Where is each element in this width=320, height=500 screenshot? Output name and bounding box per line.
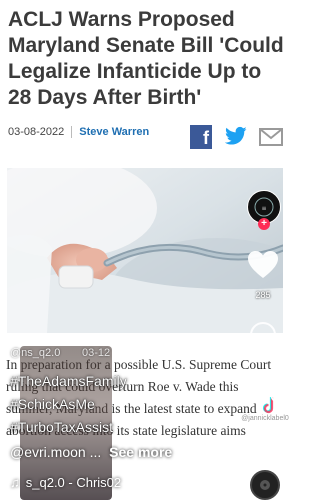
- follow-plus-icon[interactable]: +: [258, 218, 270, 230]
- article-meta: 03-08-2022 Steve Warren: [8, 126, 149, 138]
- music-title: s_q2.0 - Chris02: [25, 475, 122, 490]
- heart-icon: [248, 251, 278, 278]
- mention-link[interactable]: @evri.moon ...: [10, 444, 101, 460]
- creator-avatar[interactable]: ≡ +: [247, 190, 281, 230]
- svg-text:≡: ≡: [261, 205, 266, 212]
- hashtag-list: #TheAdamsFamily #SchickAsMe #TurboTaxAss…: [10, 370, 250, 439]
- hashtag[interactable]: #TheAdamsFamily: [10, 370, 250, 393]
- article-headline: ACLJ Warns Proposed Maryland Senate Bill…: [8, 8, 284, 109]
- facebook-share-button[interactable]: f: [190, 125, 212, 149]
- hashtag[interactable]: #SchickAsMe: [10, 393, 250, 416]
- comment-dot-icon: [261, 333, 265, 337]
- like-count: 285: [255, 290, 271, 300]
- music-disc-icon[interactable]: [250, 470, 280, 500]
- avatar-graphic-icon: ≡: [254, 197, 274, 217]
- caption-mention-row: @evri.moon ... See more: [10, 444, 172, 460]
- article-author[interactable]: Steve Warren: [79, 126, 149, 138]
- comment-button[interactable]: [250, 322, 276, 348]
- hashtag[interactable]: #TurboTaxAssist: [10, 416, 250, 439]
- see-more-link[interactable]: See more: [109, 444, 172, 460]
- twitter-share-button[interactable]: [225, 125, 247, 147]
- like-button[interactable]: [247, 250, 279, 280]
- facebook-icon: f: [203, 128, 209, 148]
- twitter-icon: [225, 126, 247, 145]
- music-row[interactable]: ♫ s_q2.0 - Chris02: [10, 475, 121, 490]
- disc-center-icon: [260, 480, 270, 490]
- article-photo: [7, 168, 283, 333]
- tiktok-logo-icon: [262, 396, 278, 414]
- comment-dot-icon: [266, 333, 270, 337]
- email-share-button[interactable]: [259, 128, 283, 146]
- newborn-photo-illustration: [7, 168, 283, 333]
- creator-username[interactable]: @ns_q2.0: [10, 347, 60, 359]
- post-date: 03-12: [82, 347, 111, 359]
- comment-dot-icon: [256, 333, 260, 337]
- music-note-icon: ♫: [10, 475, 20, 490]
- mail-icon: [259, 128, 283, 146]
- meta-divider: [71, 126, 73, 138]
- article-date: 03-08-2022: [8, 126, 65, 138]
